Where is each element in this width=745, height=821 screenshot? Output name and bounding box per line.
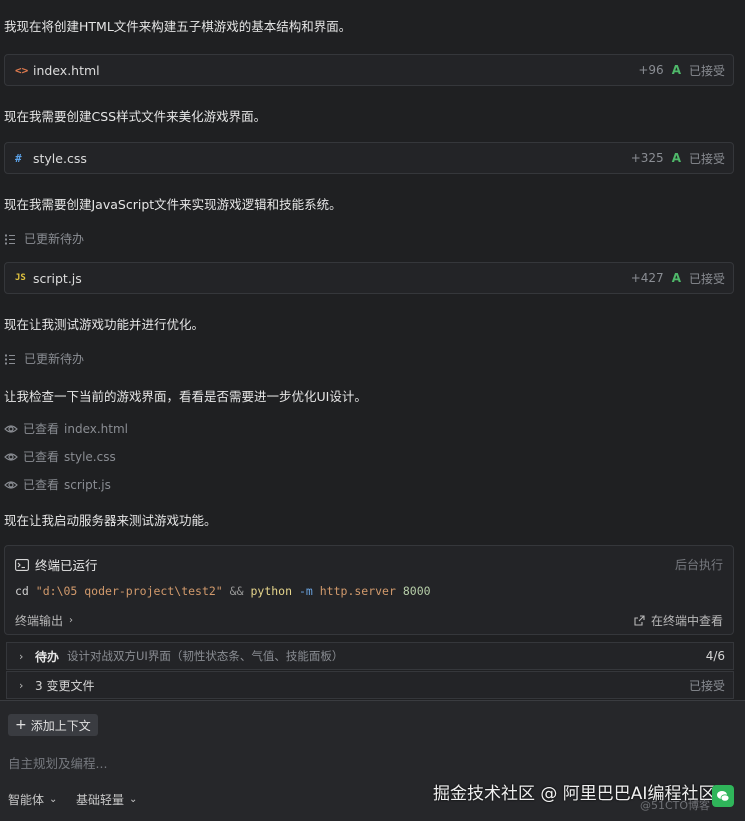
html-file-icon: <> bbox=[15, 63, 29, 77]
agent-mode-label: 智能体 bbox=[8, 793, 45, 807]
status-badge: 已接受 bbox=[688, 63, 725, 78]
cmd-path: "d:\05 qoder-project\test2" bbox=[35, 584, 223, 598]
cmd-flag: -m bbox=[298, 584, 313, 598]
file-card-style-css[interactable]: # style.css +325 A 已接受 bbox=[4, 142, 734, 174]
assistant-message: 让我检查一下当前的游戏界面，看看是否需要进一步优化UI设计。 bbox=[4, 389, 367, 404]
chat-composer: + 添加上下文 自主规划及编程... 智能体 ⌄ 基础轻量 ⌄ 掘金技术社区 @… bbox=[0, 700, 745, 821]
cmd-port: 8000 bbox=[402, 584, 431, 598]
viewed-file-row[interactable]: 已查看 index.html bbox=[4, 420, 128, 437]
viewed-file-row[interactable]: 已查看 script.js bbox=[4, 476, 111, 493]
accept-mark: A bbox=[671, 63, 681, 77]
file-card-index-html[interactable]: <> index.html +96 A 已接受 bbox=[4, 54, 734, 86]
eye-icon bbox=[4, 480, 18, 489]
chevron-right-icon: › bbox=[69, 615, 74, 626]
cmd-python: python bbox=[250, 584, 293, 598]
todo-panel[interactable]: › 待办 设计对战双方UI界面（韧性状态条、气值、技能面板） 4/6 bbox=[6, 642, 734, 670]
todo-list-icon bbox=[5, 354, 15, 364]
todo-updated-row[interactable]: 已更新待办 bbox=[4, 230, 84, 247]
file-name: style.css bbox=[33, 150, 87, 166]
js-file-icon: JS bbox=[15, 273, 26, 283]
cmd-module: http.server bbox=[319, 584, 396, 598]
viewed-file: style.css bbox=[64, 449, 116, 464]
accept-mark: A bbox=[671, 151, 681, 165]
viewed-label: 已查看 bbox=[23, 478, 60, 492]
viewed-file: script.js bbox=[64, 477, 111, 492]
background-run-button[interactable]: 后台执行 bbox=[675, 556, 723, 573]
assistant-message: 现在我需要创建CSS样式文件来美化游戏界面。 bbox=[4, 109, 267, 124]
chevron-down-icon: ⌄ bbox=[49, 794, 58, 805]
eye-icon bbox=[4, 424, 18, 433]
current-todo-text: 设计对战双方UI界面（韧性状态条、气值、技能面板） bbox=[67, 649, 344, 663]
changed-files-panel[interactable]: › 3 变更文件 已接受 bbox=[6, 671, 734, 699]
viewed-label: 已查看 bbox=[23, 422, 60, 436]
file-name: index.html bbox=[33, 62, 100, 78]
add-context-label: 添加上下文 bbox=[30, 718, 91, 733]
model-select[interactable]: 基础轻量 ⌄ bbox=[76, 791, 137, 808]
status-badge: 已接受 bbox=[688, 271, 725, 286]
open-in-terminal-button[interactable]: 在终端中查看 bbox=[634, 612, 723, 629]
chevron-right-icon: › bbox=[19, 678, 24, 692]
viewed-file: index.html bbox=[64, 421, 128, 436]
terminal-output-label: 终端输出 bbox=[15, 614, 64, 628]
terminal-title: 终端已运行 bbox=[35, 558, 98, 573]
terminal-output-toggle[interactable]: 终端输出 › bbox=[15, 612, 73, 629]
file-name: script.js bbox=[33, 270, 82, 286]
cmd-and: && bbox=[229, 584, 244, 598]
viewed-file-row[interactable]: 已查看 style.css bbox=[4, 448, 116, 465]
watermark-sub: @51CTO博客 bbox=[640, 799, 711, 812]
chevron-right-icon: › bbox=[19, 649, 24, 663]
status-badge: 已接受 bbox=[688, 151, 725, 166]
viewed-label: 已查看 bbox=[23, 450, 60, 464]
plus-icon: + bbox=[15, 717, 27, 733]
lines-added: +96 bbox=[638, 63, 664, 77]
add-context-button[interactable]: + 添加上下文 bbox=[8, 714, 98, 736]
model-label: 基础轻量 bbox=[76, 793, 125, 807]
open-in-terminal-label: 在终端中查看 bbox=[650, 614, 723, 628]
lines-added: +325 bbox=[630, 151, 664, 165]
lines-added: +427 bbox=[630, 271, 664, 285]
todo-progress-count: 4/6 bbox=[705, 649, 725, 663]
changed-files-status: 已接受 bbox=[688, 678, 725, 693]
todo-updated-row[interactable]: 已更新待办 bbox=[4, 350, 84, 367]
todo-updated-label: 已更新待办 bbox=[24, 232, 85, 246]
chevron-down-icon: ⌄ bbox=[129, 794, 138, 805]
todo-list-icon bbox=[5, 234, 15, 244]
cmd-cd: cd bbox=[15, 584, 29, 598]
file-card-script-js[interactable]: JS script.js +427 A 已接受 bbox=[4, 262, 734, 294]
assistant-message: 我现在将创建HTML文件来构建五子棋游戏的基本结构和界面。 bbox=[4, 19, 352, 34]
send-button[interactable] bbox=[712, 785, 734, 807]
assistant-message: 现在我需要创建JavaScript文件来实现游戏逻辑和技能系统。 bbox=[4, 197, 342, 212]
external-link-icon bbox=[634, 615, 645, 626]
assistant-message: 现在让我启动服务器来测试游戏功能。 bbox=[4, 513, 217, 528]
wechat-icon bbox=[717, 791, 730, 802]
accept-mark: A bbox=[671, 271, 681, 285]
todo-updated-label: 已更新待办 bbox=[24, 352, 85, 366]
changed-files-label: 3 变更文件 bbox=[35, 678, 95, 693]
assistant-message: 现在让我测试游戏功能并进行优化。 bbox=[4, 317, 205, 332]
eye-icon bbox=[4, 452, 18, 461]
todo-panel-label: 待办 bbox=[35, 649, 60, 664]
terminal-card: 终端已运行 后台执行 cd "d:\05 qoder-project\test2… bbox=[4, 545, 734, 635]
terminal-command: cd "d:\05 qoder-project\test2" && python… bbox=[15, 584, 431, 598]
terminal-icon bbox=[15, 558, 29, 571]
chat-input[interactable]: 自主规划及编程... bbox=[8, 753, 107, 772]
css-file-icon: # bbox=[15, 151, 22, 165]
agent-mode-select[interactable]: 智能体 ⌄ bbox=[8, 791, 57, 808]
